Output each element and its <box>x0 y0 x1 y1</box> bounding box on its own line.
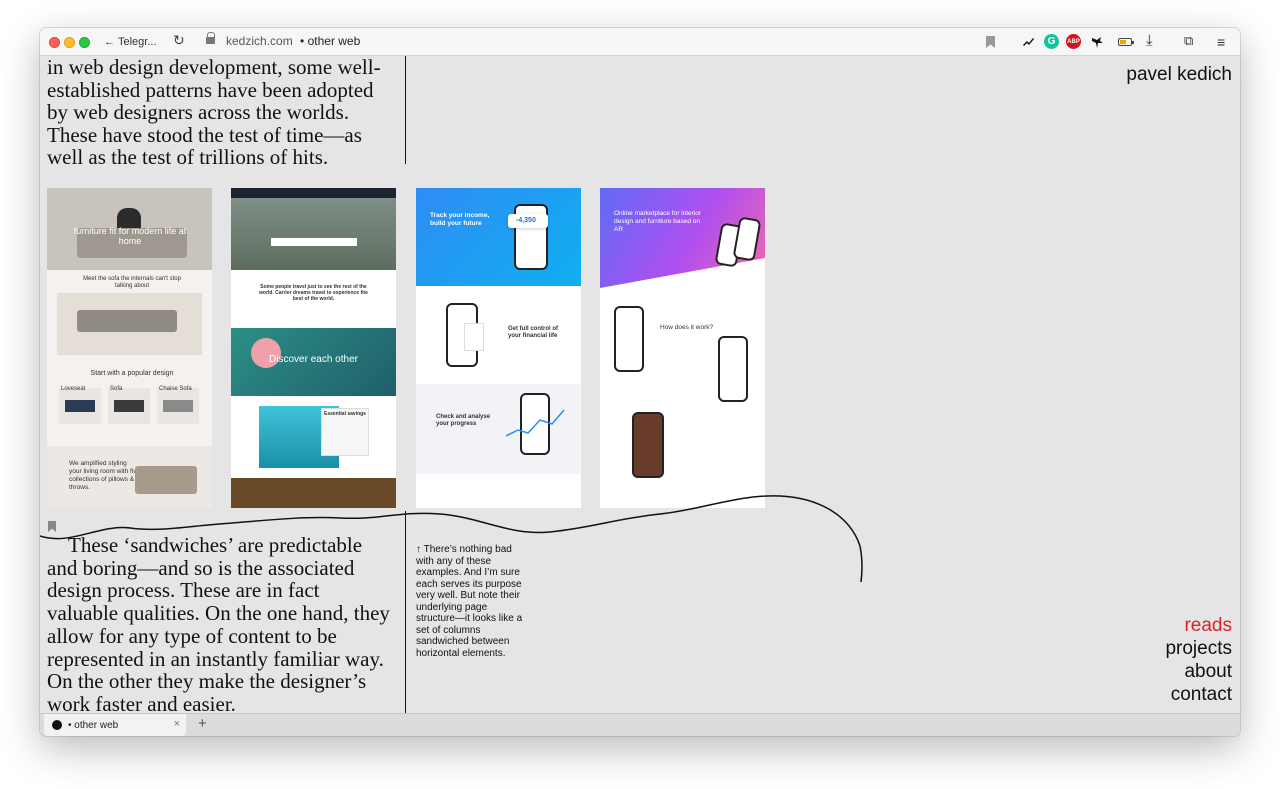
url-title: • other web <box>300 34 361 48</box>
phone-mockup <box>614 306 644 372</box>
tabs-overview-icon[interactable]: ⧉ <box>1184 33 1193 49</box>
hero-headline: Online marketplace for interior design a… <box>614 210 702 233</box>
bookmark-icon[interactable] <box>986 36 995 48</box>
nav-reads[interactable]: reads <box>1165 614 1232 637</box>
product-name: Loveseat <box>61 386 86 392</box>
url-host: kedzich.com <box>226 34 293 48</box>
column-divider <box>405 56 406 164</box>
product-card <box>59 388 101 424</box>
tagline: Some people travel just to see the rest … <box>259 284 368 302</box>
extension-bird-icon[interactable] <box>1090 34 1104 50</box>
hero-headline: Track your income, build your future <box>430 212 490 227</box>
back-button[interactable]: ← Telegr... <box>104 33 157 51</box>
adblock-icon[interactable]: ABP <box>1066 34 1081 49</box>
section-title: Start with a popular design <box>90 370 174 377</box>
nav-projects[interactable]: projects <box>1165 637 1232 660</box>
chart-line-icon <box>506 409 565 437</box>
search-bar <box>271 238 357 246</box>
page-content: in web design development, some well-est… <box>40 56 1240 713</box>
arrow-left-icon: ← <box>104 36 115 48</box>
card-title: Essential savings <box>324 411 366 417</box>
grammarly-icon[interactable]: G <box>1044 34 1059 49</box>
feature-title: Check and analyse your progress <box>436 414 491 427</box>
column-divider <box>405 511 406 713</box>
product-card <box>108 388 150 424</box>
zoom-window-button[interactable] <box>79 37 90 48</box>
product-name: Sofa <box>110 386 123 392</box>
example-screenshot-finance: Track your income, build your future -4,… <box>416 188 581 508</box>
new-tab-button[interactable]: + <box>198 715 207 732</box>
reload-icon[interactable]: ↻ <box>173 32 185 49</box>
example-screenshot-travel: Some people travel just to see the rest … <box>231 188 396 508</box>
extension-plug-icon[interactable] <box>1020 34 1036 50</box>
mid-caption: Meet the sofa the internals can't stop t… <box>83 276 181 289</box>
site-navigation: reads projects about contact <box>1165 614 1232 706</box>
nav-about[interactable]: about <box>1165 660 1232 683</box>
tab-bar: • other web × + <box>40 713 1240 736</box>
hero-image <box>231 198 396 270</box>
side-note: ↑ There’s nothing bad with any of these … <box>416 544 523 659</box>
nav-bar <box>231 188 396 198</box>
favicon-icon <box>52 720 62 730</box>
example-screenshot-ar-marketplace: Online marketplace for interior design a… <box>600 188 765 508</box>
tab-title: • other web <box>68 719 119 731</box>
article-paragraph-1: in web design development, some well-est… <box>47 56 381 169</box>
site-author-name[interactable]: pavel kedich <box>1126 64 1232 86</box>
close-window-button[interactable] <box>49 37 60 48</box>
menu-icon[interactable]: ≡ <box>1217 34 1225 50</box>
download-icon[interactable]: ⤓ <box>1146 32 1153 49</box>
minimize-window-button[interactable] <box>64 37 75 48</box>
example-screenshot-furniture: furniture fit for modern life at home Me… <box>47 188 212 508</box>
browser-window: ← Telegr... ↻ kedzich.com • other web G … <box>40 28 1240 736</box>
tab-other-web[interactable]: • other web × <box>44 714 186 736</box>
hero-banner <box>416 188 581 286</box>
hero-headline: Discover each other <box>269 354 358 365</box>
amount-value: -4,350 <box>516 217 536 224</box>
back-label: Telegr... <box>118 36 157 48</box>
product-card <box>157 388 199 424</box>
address-bar[interactable]: kedzich.com • other web <box>226 34 360 48</box>
browser-toolbar: ← Telegr... ↻ kedzich.com • other web G … <box>40 28 1240 56</box>
feature-title: Get full control of your financial life <box>508 326 558 339</box>
sofa-image <box>77 310 177 332</box>
section-title: How does it work? <box>660 324 714 331</box>
calendar-card <box>464 323 484 351</box>
article-paragraph-2: These ‘sandwiches’ are predictable and b… <box>47 533 390 713</box>
close-tab-icon[interactable]: × <box>174 718 180 730</box>
lock-icon <box>206 32 215 45</box>
battery-icon[interactable] <box>1118 38 1134 46</box>
product-name: Chaise Sofa <box>159 386 192 392</box>
phone-mockup <box>718 336 748 402</box>
nav-contact[interactable]: contact <box>1165 683 1232 706</box>
hero-headline: furniture fit for modern life at home <box>73 226 187 246</box>
